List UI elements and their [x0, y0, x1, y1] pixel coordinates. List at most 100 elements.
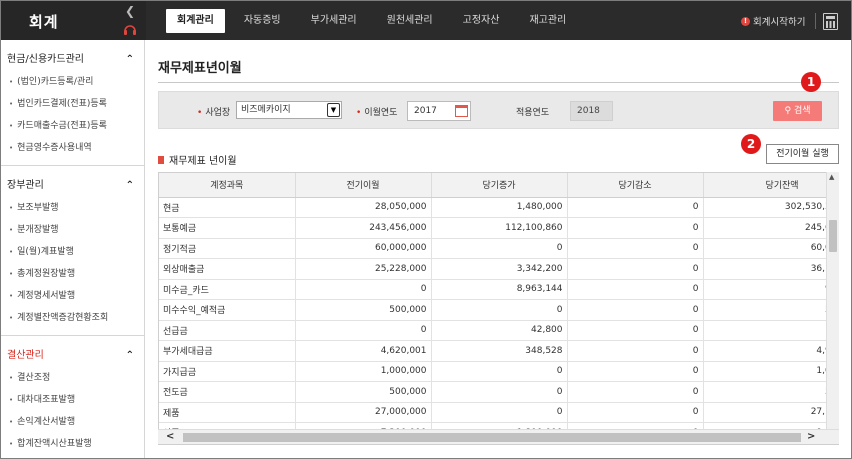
- amount-cell[interactable]: 28,050,000: [295, 197, 432, 218]
- column-header[interactable]: 당기증가: [431, 173, 568, 198]
- sidebar-group-title[interactable]: 장부관리 ⌃: [1, 175, 144, 197]
- account-cell[interactable]: 미수수익_예적금: [159, 299, 296, 321]
- tab-withholding-tax[interactable]: 원천세관리: [376, 9, 444, 33]
- amount-cell[interactable]: 1,000,00: [703, 361, 838, 382]
- account-cell[interactable]: 선급금: [159, 320, 296, 341]
- sidebar-item[interactable]: 계정명세서발행: [1, 285, 144, 307]
- sidebar-item[interactable]: 현금영수증사용내역: [1, 137, 144, 159]
- vertical-scroll-thumb[interactable]: [829, 220, 837, 252]
- amount-cell[interactable]: 60,000,00: [703, 238, 838, 259]
- horizontal-scroll-thumb[interactable]: [183, 433, 801, 442]
- amount-cell[interactable]: 42,800: [431, 320, 568, 341]
- tab-accounting[interactable]: 회계관리: [166, 9, 225, 33]
- sidebar-item[interactable]: 일(월)계표발행: [1, 241, 144, 263]
- dropdown-arrow-icon[interactable]: ▼: [327, 103, 340, 117]
- amount-cell[interactable]: 500,00: [703, 299, 838, 321]
- amount-cell[interactable]: 0: [431, 402, 568, 423]
- amount-cell[interactable]: 0: [567, 402, 704, 423]
- amount-cell[interactable]: 0: [431, 361, 568, 382]
- chevron-up-icon[interactable]: ⌃: [126, 345, 134, 367]
- scroll-left-icon[interactable]: <: [166, 431, 174, 442]
- amount-cell[interactable]: 4,983,52: [703, 340, 838, 362]
- amount-cell[interactable]: 42,80: [703, 320, 838, 341]
- amount-cell[interactable]: 0: [567, 258, 704, 280]
- amount-cell[interactable]: 0: [567, 279, 704, 300]
- amount-cell[interactable]: 0: [431, 381, 568, 403]
- calculator-icon[interactable]: [823, 13, 838, 30]
- year-field[interactable]: 2017: [407, 101, 471, 121]
- account-cell[interactable]: 제품: [159, 402, 296, 423]
- table-row[interactable]: 선급금042,800042,80: [159, 320, 838, 341]
- vertical-scrollbar[interactable]: ▲: [826, 172, 839, 433]
- amount-cell[interactable]: 302,530,340,40: [703, 197, 838, 218]
- sidebar-item[interactable]: 법인카드결제(전표)등록: [1, 93, 144, 115]
- table-row[interactable]: 제품27,000,0000027,199,99: [159, 402, 838, 423]
- amount-cell[interactable]: 60,000,000: [295, 238, 432, 259]
- account-cell[interactable]: 미수금_카드: [159, 279, 296, 300]
- chevron-left-icon[interactable]: ❮: [125, 4, 135, 18]
- amount-cell[interactable]: 500,00: [703, 381, 838, 403]
- amount-cell[interactable]: 0: [567, 361, 704, 382]
- table-row[interactable]: 외상매출금25,228,0003,342,200036,176,80: [159, 258, 838, 280]
- amount-cell[interactable]: 0: [567, 217, 704, 239]
- table-row[interactable]: 가지급금1,000,000001,000,00: [159, 361, 838, 382]
- amount-cell[interactable]: 0: [567, 381, 704, 403]
- sidebar-item[interactable]: 결산조정: [1, 367, 144, 389]
- amount-cell[interactable]: 27,000,000: [295, 402, 432, 423]
- account-cell[interactable]: 현금: [159, 197, 296, 218]
- sidebar-item[interactable]: 총계정원장발행: [1, 263, 144, 285]
- column-header[interactable]: 전기이월: [295, 173, 432, 198]
- table-row[interactable]: 미수수익_예적금500,00000500,00: [159, 299, 838, 321]
- amount-cell[interactable]: 0: [567, 197, 704, 218]
- amount-cell[interactable]: 25,228,000: [295, 258, 432, 280]
- table-row[interactable]: 미수금_카드08,963,1440982,64: [159, 279, 838, 300]
- sidebar-item[interactable]: 분개장발행: [1, 219, 144, 241]
- horizontal-scrollbar[interactable]: < >: [158, 429, 839, 444]
- sidebar-item[interactable]: 대차대조표발행: [1, 389, 144, 411]
- table-row[interactable]: 정기적금60,000,0000060,000,00: [159, 238, 838, 259]
- account-cell[interactable]: 전도금: [159, 381, 296, 403]
- sidebar-item[interactable]: (법인)카드등록/관리: [1, 71, 144, 93]
- search-button[interactable]: ⚲ 검색: [773, 101, 822, 121]
- amount-cell[interactable]: 0: [295, 279, 432, 300]
- amount-cell[interactable]: 112,100,860: [431, 217, 568, 239]
- sidebar-item[interactable]: 카드매출수금(전표)등록: [1, 115, 144, 137]
- table-row[interactable]: 보통예금243,456,000112,100,8600245,688,10: [159, 217, 838, 239]
- start-accounting-link[interactable]: ! 회계시작하기: [741, 14, 805, 28]
- sidebar-group-title[interactable]: 현금/신용카드관리 ⌃: [1, 49, 144, 71]
- amount-cell[interactable]: 0: [567, 238, 704, 259]
- amount-cell[interactable]: 3,342,200: [431, 258, 568, 280]
- headset-icon[interactable]: [123, 23, 137, 36]
- amount-cell[interactable]: 0: [567, 320, 704, 341]
- amount-cell[interactable]: 4,620,001: [295, 340, 432, 362]
- tab-vat[interactable]: 부가세관리: [300, 9, 368, 33]
- amount-cell[interactable]: 500,000: [295, 299, 432, 321]
- amount-cell[interactable]: 0: [567, 299, 704, 321]
- sidebar-item[interactable]: 보조부발행: [1, 197, 144, 219]
- amount-cell[interactable]: 243,456,000: [295, 217, 432, 239]
- amount-cell[interactable]: 348,528: [431, 340, 568, 362]
- carry-forward-run-button[interactable]: 전기이월 실행: [766, 144, 839, 164]
- scroll-up-icon[interactable]: ▲: [829, 173, 834, 181]
- amount-cell[interactable]: 27,199,99: [703, 402, 838, 423]
- amount-cell[interactable]: 245,688,10: [703, 217, 838, 239]
- amount-cell[interactable]: 0: [431, 299, 568, 321]
- sidebar-item[interactable]: 계정별잔액증감현황조회: [1, 307, 144, 329]
- column-header[interactable]: 당기감소: [567, 173, 704, 198]
- amount-cell[interactable]: 0: [295, 320, 432, 341]
- amount-cell[interactable]: 36,176,80: [703, 258, 838, 280]
- account-cell[interactable]: 보통예금: [159, 217, 296, 239]
- tab-inventory[interactable]: 재고관리: [518, 9, 577, 33]
- account-cell[interactable]: 정기적금: [159, 238, 296, 259]
- account-cell[interactable]: 부가세대급금: [159, 340, 296, 362]
- chevron-up-icon[interactable]: ⌃: [126, 49, 134, 71]
- table-row[interactable]: 전도금500,00000500,00: [159, 381, 838, 403]
- scroll-right-icon[interactable]: >: [807, 431, 815, 442]
- sidebar-item[interactable]: 합계잔액시산표발행: [1, 433, 144, 455]
- chevron-up-icon[interactable]: ⌃: [126, 175, 134, 197]
- amount-cell[interactable]: 1,480,000: [431, 197, 568, 218]
- column-header[interactable]: 계정과목: [159, 173, 296, 198]
- amount-cell[interactable]: 0: [567, 340, 704, 362]
- account-cell[interactable]: 외상매출금: [159, 258, 296, 280]
- business-select[interactable]: 비즈메카이지 ▼: [236, 101, 342, 119]
